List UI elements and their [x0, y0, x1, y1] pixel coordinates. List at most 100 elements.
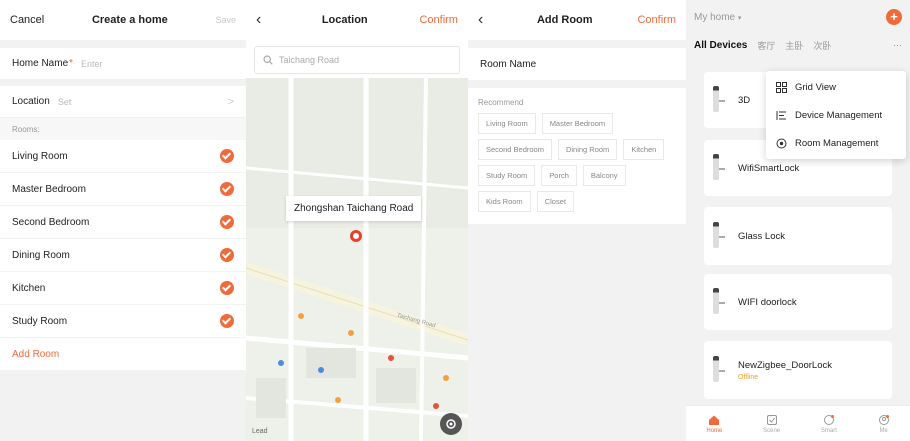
lock-icon — [712, 356, 730, 384]
room-chip[interactable]: Study Room — [478, 165, 536, 186]
list-item[interactable]: Living Room — [0, 140, 246, 173]
list-item[interactable]: Second Bedroom — [0, 206, 246, 239]
check-icon[interactable] — [220, 281, 234, 295]
menu-item-room-management[interactable]: Room Management — [766, 129, 906, 157]
room-icon — [776, 138, 787, 148]
home-title: My home — [694, 11, 736, 23]
chevron-down-icon: ▾ — [737, 14, 742, 22]
check-icon[interactable] — [220, 182, 234, 196]
profile-icon — [878, 414, 889, 425]
back-icon[interactable]: ‹ — [478, 11, 492, 29]
back-icon[interactable]: ‹ — [256, 11, 270, 29]
device-info: NewZigbee_DoorLock Offline — [738, 360, 832, 381]
list-item[interactable]: Dining Room — [0, 239, 246, 272]
list-icon — [776, 110, 786, 120]
home-header: My home ▾ + — [686, 0, 910, 34]
room-label: Living Room — [12, 150, 68, 162]
list-item[interactable]: Kitchen — [0, 272, 246, 305]
rooms-label: Rooms: — [0, 118, 246, 140]
nav-smart[interactable]: Smart — [821, 414, 837, 434]
menu-item-device-management[interactable]: Device Management — [766, 101, 906, 129]
room-list: Living Room Master Bedroom Second Bedroo… — [0, 140, 246, 338]
cancel-button[interactable]: Cancel — [10, 14, 44, 26]
page-title: Location — [321, 14, 368, 26]
grid-icon — [776, 81, 787, 93]
page-title: Add Room — [536, 14, 593, 26]
confirm-button[interactable]: Confirm — [637, 14, 676, 26]
add-room-button[interactable]: Add Room — [0, 338, 246, 370]
search-input[interactable]: Taichang Road — [254, 46, 460, 74]
nav-label: Scene — [763, 427, 781, 434]
add-room-screen: ‹ Add Room Confirm Room Name Recommend L… — [468, 0, 686, 441]
home-name-label: Home Name — [12, 58, 69, 69]
list-item[interactable]: Master Bedroom — [0, 173, 246, 206]
scene-icon — [766, 414, 777, 425]
check-icon[interactable] — [220, 215, 234, 229]
location-row[interactable]: Location Set > — [0, 86, 246, 118]
room-label: Study Room — [12, 315, 68, 327]
save-button[interactable]: Save — [215, 15, 236, 25]
search-bar: Taichang Road — [246, 40, 468, 78]
home-selector[interactable]: My home ▾ — [694, 12, 741, 23]
confirm-button[interactable]: Confirm — [419, 14, 458, 26]
tab-all-devices[interactable]: All Devices — [694, 40, 747, 51]
room-chip[interactable]: Master Bedroom — [541, 113, 614, 134]
lock-icon — [712, 288, 730, 316]
location-screen: ‹ Location Confirm Taichang Road Zhongsh… — [246, 0, 468, 441]
device-card[interactable]: WIFI doorlock — [704, 274, 892, 330]
room-chip[interactable]: Kids Room — [478, 191, 531, 212]
nav-scene[interactable]: Scene — [763, 414, 780, 434]
device-name: NewZigbee_DoorLock — [738, 359, 832, 371]
check-icon[interactable] — [220, 248, 234, 262]
chevron-right-icon: > — [227, 95, 234, 108]
nav-label: Me — [879, 427, 888, 434]
locate-icon — [446, 419, 456, 429]
tab-room[interactable]: 次卧 — [813, 39, 831, 52]
nav-home[interactable]: Home — [706, 414, 722, 434]
list-item[interactable]: Study Room — [0, 305, 246, 338]
room-chip[interactable]: Closet — [536, 191, 574, 212]
nav-label: Home — [706, 427, 723, 434]
room-label: Dining Room — [12, 249, 70, 261]
check-icon[interactable] — [220, 314, 234, 328]
required-mark: * — [69, 58, 74, 69]
create-home-header: Cancel Create a home Save — [0, 0, 246, 40]
home-name-input[interactable]: Enter — [81, 59, 103, 69]
menu-label: Room Management — [795, 137, 879, 149]
map-view[interactable]: Zhongshan Taichang Road Taichang Road Le… — [246, 78, 468, 441]
locate-button[interactable] — [440, 413, 462, 435]
tab-room[interactable]: 客厅 — [757, 39, 775, 52]
room-name-field[interactable]: Room Name — [468, 48, 686, 80]
room-label: Second Bedroom — [12, 216, 90, 228]
nav-me[interactable]: Me — [878, 414, 890, 434]
room-chip[interactable]: Dining Room — [557, 139, 618, 160]
room-chip[interactable]: Porch — [541, 165, 577, 186]
tab-room[interactable]: 主卧 — [785, 39, 803, 52]
room-chip[interactable]: Living Room — [478, 113, 536, 134]
more-icon[interactable]: ··· — [893, 40, 902, 50]
device-card[interactable]: Glass Lock — [704, 207, 892, 265]
device-card[interactable]: NewZigbee_DoorLock Offline — [704, 341, 892, 399]
recommend-label: Recommend — [478, 98, 524, 107]
add-icon[interactable]: + — [886, 9, 902, 25]
location-callout: Zhongshan Taichang Road — [286, 196, 422, 221]
room-tabs: All Devices 客厅 主卧 次卧 ··· — [686, 34, 910, 56]
room-chip[interactable]: Second Bedroom — [478, 139, 552, 160]
check-icon[interactable] — [220, 149, 234, 163]
location-value: Set — [57, 96, 72, 107]
bottom-nav: Home Scene Smart Me — [686, 405, 910, 441]
add-room-header: ‹ Add Room Confirm — [468, 0, 686, 40]
more-menu: Grid View Device Management Room Managem… — [766, 71, 906, 159]
nav-label: Smart — [820, 427, 837, 434]
room-chip[interactable]: Kitchen — [623, 139, 665, 160]
menu-item-grid-view[interactable]: Grid View — [766, 73, 906, 101]
recommend-chips: Living Room Master Bedroom Second Bedroo… — [478, 113, 676, 212]
room-name-label: Room Name — [480, 58, 537, 70]
device-name: WifiSmartLock — [738, 162, 800, 174]
location-pin-icon[interactable] — [350, 230, 362, 242]
status-badge: Offline — [738, 373, 759, 381]
room-chip[interactable]: Balcony — [582, 165, 626, 186]
home-screen: My home ▾ + All Devices 客厅 主卧 次卧 ··· 3D … — [686, 0, 910, 441]
home-name-field[interactable]: Home Name * Enter — [0, 48, 246, 80]
device-name: 3D — [738, 94, 751, 106]
